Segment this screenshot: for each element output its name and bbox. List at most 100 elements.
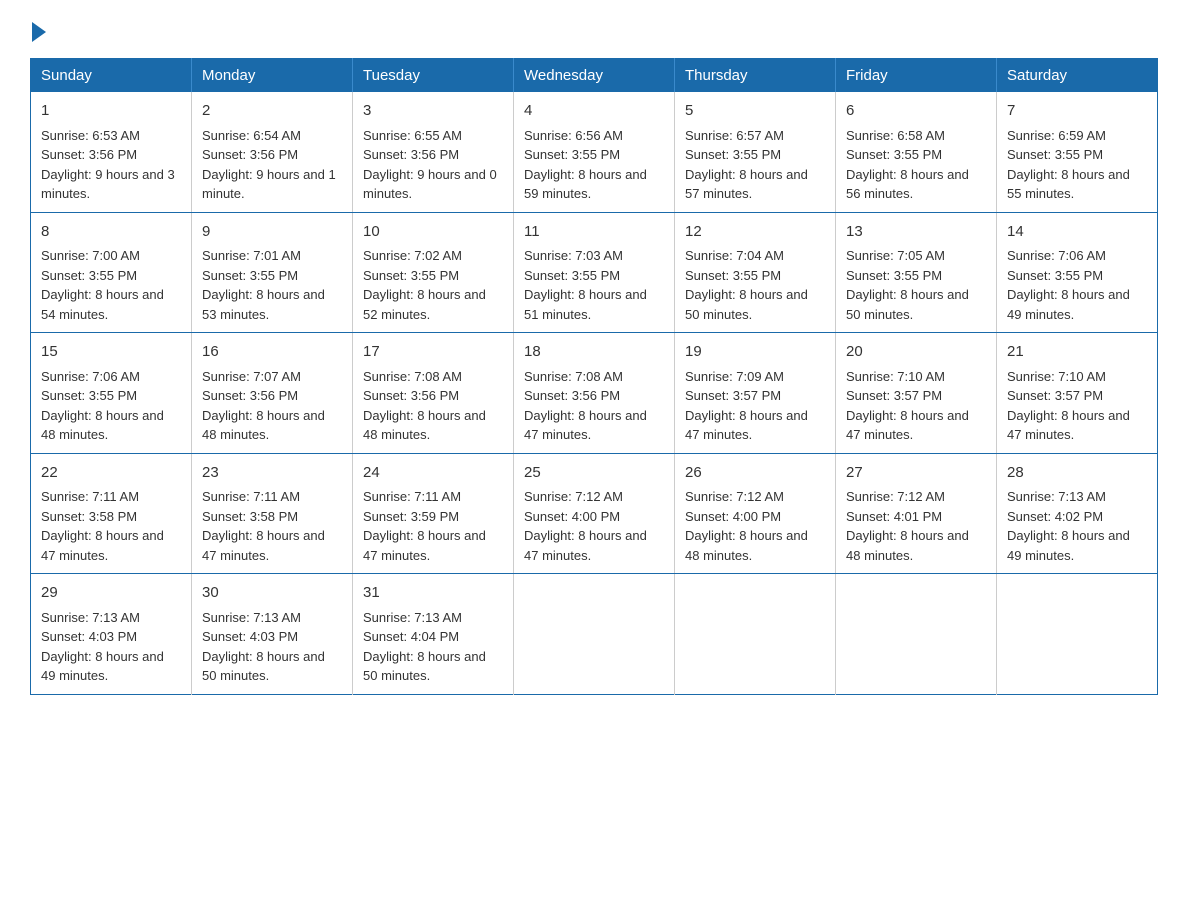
daylight-label: Daylight: 9 hours and 1 minute.: [202, 167, 336, 202]
calendar-cell: 9 Sunrise: 7:01 AM Sunset: 3:55 PM Dayli…: [192, 212, 353, 333]
daylight-label: Daylight: 8 hours and 47 minutes.: [524, 408, 647, 443]
sunrise-label: Sunrise: 7:04 AM: [685, 248, 784, 263]
daylight-label: Daylight: 8 hours and 49 minutes.: [1007, 528, 1130, 563]
daylight-label: Daylight: 8 hours and 53 minutes.: [202, 287, 325, 322]
logo: [30, 20, 46, 38]
sunset-label: Sunset: 3:58 PM: [41, 509, 137, 524]
day-number: 23: [202, 462, 342, 485]
sunset-label: Sunset: 3:55 PM: [685, 268, 781, 283]
daylight-label: Daylight: 8 hours and 52 minutes.: [363, 287, 486, 322]
sunset-label: Sunset: 3:55 PM: [524, 147, 620, 162]
calendar-cell: [514, 574, 675, 695]
calendar-cell: 13 Sunrise: 7:05 AM Sunset: 3:55 PM Dayl…: [836, 212, 997, 333]
weekday-header: Saturday: [997, 59, 1158, 93]
sunrise-label: Sunrise: 7:13 AM: [202, 610, 301, 625]
day-number: 12: [685, 221, 825, 244]
sunrise-label: Sunrise: 7:06 AM: [41, 369, 140, 384]
calendar-cell: 28 Sunrise: 7:13 AM Sunset: 4:02 PM Dayl…: [997, 453, 1158, 574]
sunset-label: Sunset: 3:55 PM: [41, 388, 137, 403]
sunset-label: Sunset: 3:59 PM: [363, 509, 459, 524]
calendar-cell: 5 Sunrise: 6:57 AM Sunset: 3:55 PM Dayli…: [675, 92, 836, 212]
day-number: 10: [363, 221, 503, 244]
daylight-label: Daylight: 8 hours and 47 minutes.: [1007, 408, 1130, 443]
sunrise-label: Sunrise: 7:10 AM: [1007, 369, 1106, 384]
daylight-label: Daylight: 8 hours and 47 minutes.: [202, 528, 325, 563]
sunrise-label: Sunrise: 7:05 AM: [846, 248, 945, 263]
daylight-label: Daylight: 8 hours and 48 minutes.: [202, 408, 325, 443]
calendar-week-row: 29 Sunrise: 7:13 AM Sunset: 4:03 PM Dayl…: [31, 574, 1158, 695]
day-number: 31: [363, 582, 503, 605]
daylight-label: Daylight: 8 hours and 47 minutes.: [685, 408, 808, 443]
day-number: 8: [41, 221, 181, 244]
calendar-cell: 3 Sunrise: 6:55 AM Sunset: 3:56 PM Dayli…: [353, 92, 514, 212]
sunrise-label: Sunrise: 6:59 AM: [1007, 128, 1106, 143]
sunrise-label: Sunrise: 6:56 AM: [524, 128, 623, 143]
page-header: [30, 20, 1158, 38]
sunset-label: Sunset: 3:55 PM: [846, 268, 942, 283]
sunrise-label: Sunrise: 7:06 AM: [1007, 248, 1106, 263]
calendar-cell: 25 Sunrise: 7:12 AM Sunset: 4:00 PM Dayl…: [514, 453, 675, 574]
daylight-label: Daylight: 8 hours and 47 minutes.: [363, 528, 486, 563]
sunset-label: Sunset: 3:55 PM: [1007, 147, 1103, 162]
sunrise-label: Sunrise: 7:12 AM: [846, 489, 945, 504]
day-number: 19: [685, 341, 825, 364]
sunrise-label: Sunrise: 7:13 AM: [1007, 489, 1106, 504]
sunset-label: Sunset: 4:00 PM: [685, 509, 781, 524]
weekday-header: Tuesday: [353, 59, 514, 93]
day-number: 5: [685, 100, 825, 123]
sunrise-label: Sunrise: 7:11 AM: [41, 489, 139, 504]
calendar-cell: 10 Sunrise: 7:02 AM Sunset: 3:55 PM Dayl…: [353, 212, 514, 333]
sunrise-label: Sunrise: 6:54 AM: [202, 128, 301, 143]
sunset-label: Sunset: 3:55 PM: [202, 268, 298, 283]
weekday-header: Thursday: [675, 59, 836, 93]
sunset-label: Sunset: 3:55 PM: [1007, 268, 1103, 283]
sunrise-label: Sunrise: 7:13 AM: [363, 610, 462, 625]
sunset-label: Sunset: 3:56 PM: [41, 147, 137, 162]
sunset-label: Sunset: 3:57 PM: [685, 388, 781, 403]
sunset-label: Sunset: 3:58 PM: [202, 509, 298, 524]
daylight-label: Daylight: 8 hours and 54 minutes.: [41, 287, 164, 322]
calendar-cell: 24 Sunrise: 7:11 AM Sunset: 3:59 PM Dayl…: [353, 453, 514, 574]
sunrise-label: Sunrise: 7:11 AM: [363, 489, 461, 504]
sunset-label: Sunset: 3:57 PM: [1007, 388, 1103, 403]
daylight-label: Daylight: 8 hours and 49 minutes.: [1007, 287, 1130, 322]
sunrise-label: Sunrise: 7:01 AM: [202, 248, 301, 263]
sunset-label: Sunset: 4:02 PM: [1007, 509, 1103, 524]
calendar-cell: 30 Sunrise: 7:13 AM Sunset: 4:03 PM Dayl…: [192, 574, 353, 695]
daylight-label: Daylight: 8 hours and 49 minutes.: [41, 649, 164, 684]
calendar-cell: 8 Sunrise: 7:00 AM Sunset: 3:55 PM Dayli…: [31, 212, 192, 333]
sunrise-label: Sunrise: 7:08 AM: [363, 369, 462, 384]
daylight-label: Daylight: 8 hours and 51 minutes.: [524, 287, 647, 322]
daylight-label: Daylight: 8 hours and 47 minutes.: [846, 408, 969, 443]
sunset-label: Sunset: 3:56 PM: [202, 147, 298, 162]
sunset-label: Sunset: 3:55 PM: [846, 147, 942, 162]
sunrise-label: Sunrise: 7:09 AM: [685, 369, 784, 384]
day-number: 16: [202, 341, 342, 364]
calendar-cell: 14 Sunrise: 7:06 AM Sunset: 3:55 PM Dayl…: [997, 212, 1158, 333]
sunrise-label: Sunrise: 7:08 AM: [524, 369, 623, 384]
sunset-label: Sunset: 3:55 PM: [524, 268, 620, 283]
daylight-label: Daylight: 8 hours and 48 minutes.: [846, 528, 969, 563]
weekday-header: Sunday: [31, 59, 192, 93]
daylight-label: Daylight: 8 hours and 50 minutes.: [202, 649, 325, 684]
sunrise-label: Sunrise: 6:57 AM: [685, 128, 784, 143]
sunset-label: Sunset: 3:56 PM: [363, 388, 459, 403]
sunrise-label: Sunrise: 7:03 AM: [524, 248, 623, 263]
day-number: 25: [524, 462, 664, 485]
day-number: 26: [685, 462, 825, 485]
day-number: 11: [524, 221, 664, 244]
daylight-label: Daylight: 8 hours and 56 minutes.: [846, 167, 969, 202]
sunrise-label: Sunrise: 7:02 AM: [363, 248, 462, 263]
weekday-header-row: SundayMondayTuesdayWednesdayThursdayFrid…: [31, 59, 1158, 93]
sunrise-label: Sunrise: 6:55 AM: [363, 128, 462, 143]
sunrise-label: Sunrise: 7:11 AM: [202, 489, 300, 504]
calendar-cell: 1 Sunrise: 6:53 AM Sunset: 3:56 PM Dayli…: [31, 92, 192, 212]
sunset-label: Sunset: 4:03 PM: [41, 629, 137, 644]
logo-arrow-icon: [32, 22, 46, 42]
day-number: 24: [363, 462, 503, 485]
weekday-header: Friday: [836, 59, 997, 93]
day-number: 7: [1007, 100, 1147, 123]
day-number: 4: [524, 100, 664, 123]
daylight-label: Daylight: 8 hours and 57 minutes.: [685, 167, 808, 202]
sunrise-label: Sunrise: 7:13 AM: [41, 610, 140, 625]
